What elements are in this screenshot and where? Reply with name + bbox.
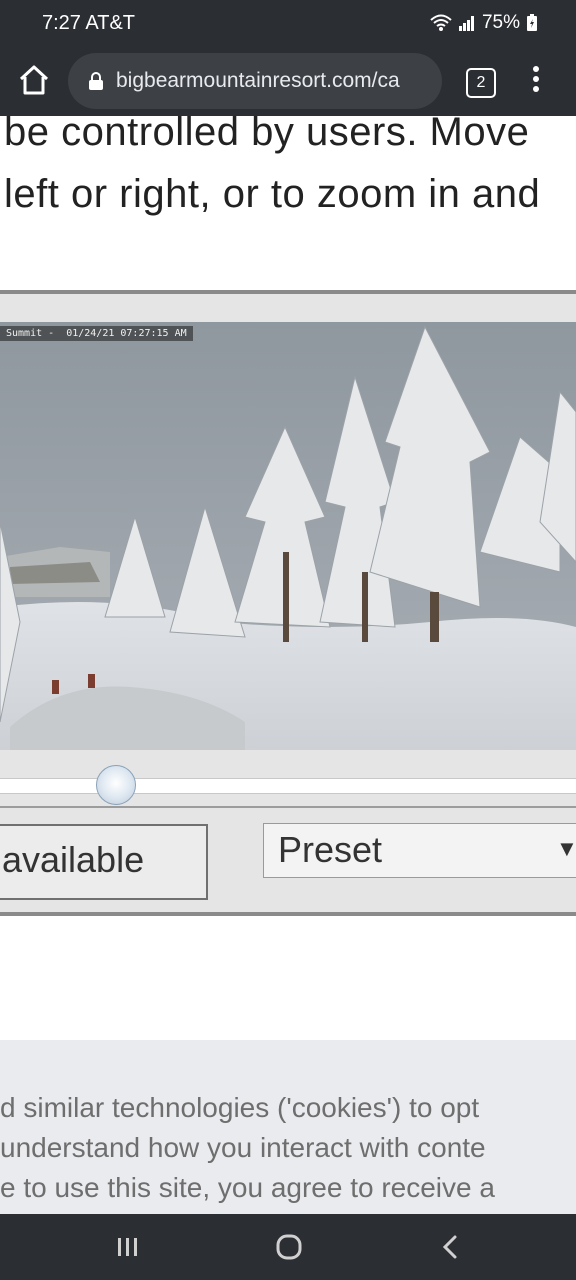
- status-time: 7:27 AT&T: [42, 12, 136, 34]
- url-text: bigbearmountainresort.com/ca: [116, 69, 400, 92]
- lock-icon: [89, 72, 103, 90]
- status-indicators: 75%: [430, 12, 538, 34]
- chevron-down-icon[interactable]: ▼: [556, 836, 576, 862]
- address-bar[interactable]: bigbearmountainresort.com/ca: [68, 53, 442, 109]
- cookie-banner: d similar technologies ('cookies') to op…: [0, 1040, 576, 1214]
- preset-select[interactable]: Preset: [263, 823, 576, 878]
- divider: [0, 806, 576, 808]
- camera-status-box: available: [0, 824, 208, 900]
- cookie-text-line: d similar technologies ('cookies') to op…: [0, 1092, 480, 1123]
- home-nav-icon[interactable]: [276, 1234, 302, 1260]
- zoom-slider-handle[interactable]: [96, 765, 136, 805]
- more-vert-icon[interactable]: [528, 66, 544, 96]
- cookie-text-line: e to use this site, you agree to receive…: [0, 1172, 495, 1203]
- tab-switcher-button[interactable]: 2: [466, 68, 496, 98]
- cookie-text-line: understand how you interact with conte: [0, 1132, 486, 1163]
- intro-text-line: be controlled by users. Move: [4, 110, 530, 154]
- webcam-scene: [0, 322, 576, 750]
- back-icon[interactable]: [440, 1234, 460, 1260]
- webcam-image: Summit - 01/24/21 07:27:15 AM: [0, 322, 576, 750]
- intro-text-line: left or right, or to zoom in and: [4, 172, 541, 216]
- webcam-timestamp: Summit - 01/24/21 07:27:15 AM: [0, 326, 193, 341]
- system-navigation-bar: [0, 1214, 576, 1280]
- status-bar: 7:27 AT&T 75%: [0, 0, 576, 48]
- signal-icon: [458, 16, 474, 31]
- battery-percent: 75%: [481, 12, 520, 33]
- recents-icon[interactable]: [116, 1236, 140, 1258]
- battery-icon: [527, 14, 537, 31]
- zoom-slider-track[interactable]: [0, 778, 576, 794]
- home-icon[interactable]: [16, 62, 52, 98]
- wifi-icon: [430, 14, 452, 31]
- browser-toolbar: bigbearmountainresort.com/ca 2: [0, 48, 576, 116]
